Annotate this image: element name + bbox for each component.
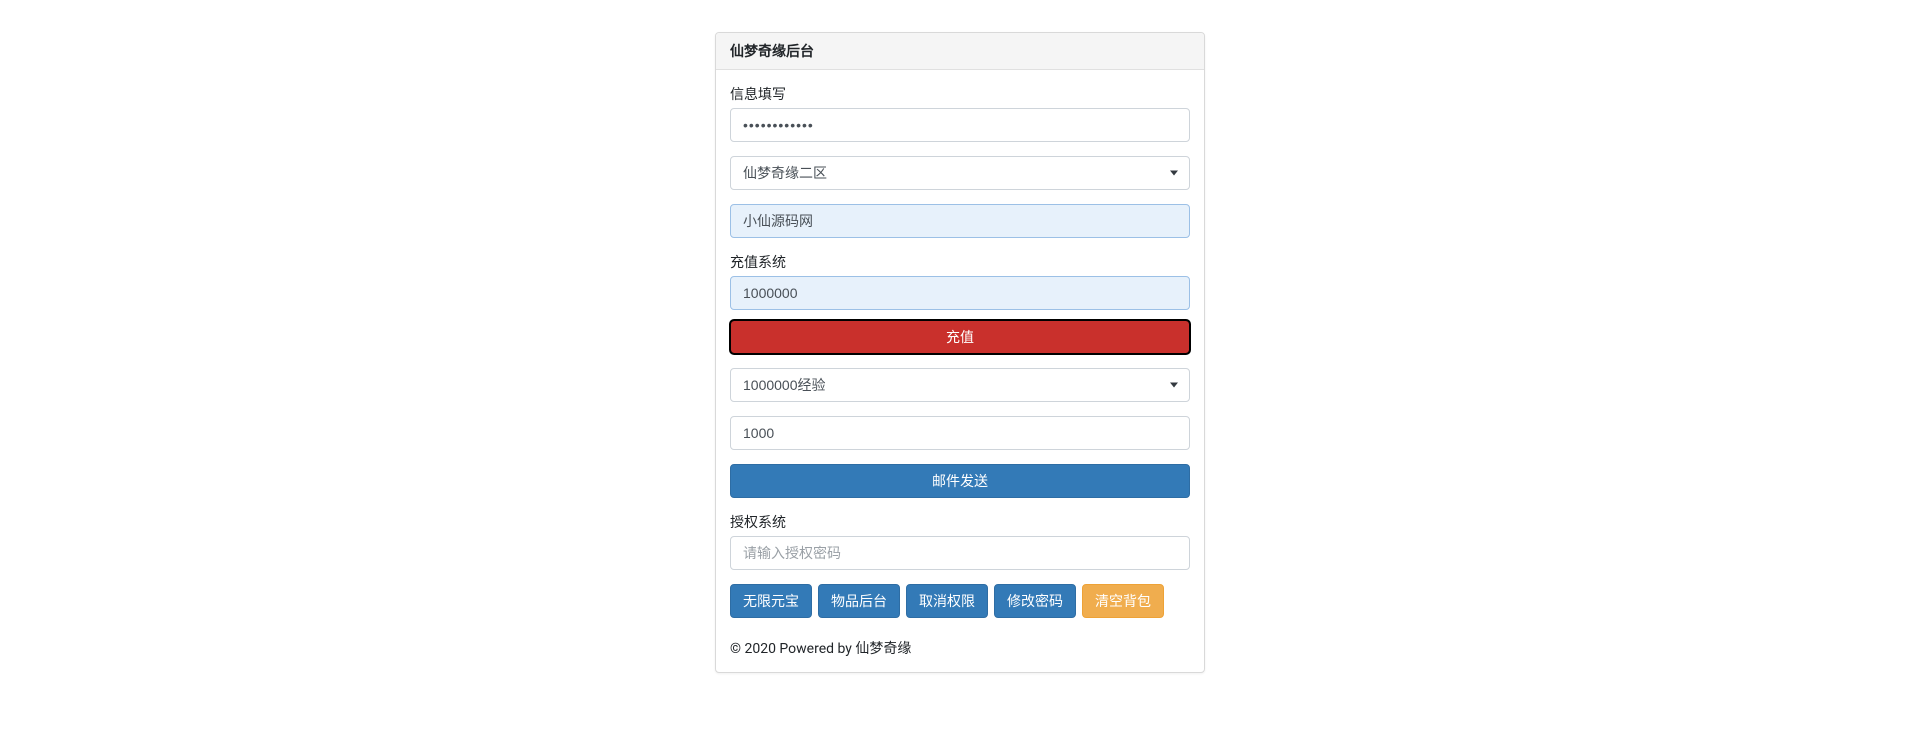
panel-title: 仙梦奇缘后台: [730, 44, 814, 60]
mail-item-group: 1000000经验: [730, 368, 1190, 402]
admin-password-input[interactable]: [730, 108, 1190, 142]
panel-footer: © 2020 Powered by 仙梦奇缘: [716, 628, 1204, 672]
auth-password-input[interactable]: [730, 536, 1190, 570]
revoke-auth-button[interactable]: 取消权限: [906, 584, 988, 618]
recharge-amount-input[interactable]: [730, 276, 1190, 310]
recharge-section-label: 充值系统: [730, 252, 1190, 272]
admin-panel: 仙梦奇缘后台 信息填写 仙梦奇缘二区 充值系统 充值: [715, 32, 1205, 673]
auth-section: 授权系统: [730, 512, 1190, 570]
info-section: 信息填写: [730, 84, 1190, 142]
change-password-button[interactable]: 修改密码: [994, 584, 1076, 618]
mail-item-select[interactable]: 1000000经验: [730, 368, 1190, 402]
player-name-group: [730, 204, 1190, 238]
unlimited-yuanbao-button[interactable]: 无限元宝: [730, 584, 812, 618]
info-section-label: 信息填写: [730, 84, 1190, 104]
auth-section-label: 授权系统: [730, 512, 1190, 532]
mail-qty-group: [730, 416, 1190, 450]
mail-qty-input[interactable]: [730, 416, 1190, 450]
item-backend-button[interactable]: 物品后台: [818, 584, 900, 618]
server-select[interactable]: 仙梦奇缘二区: [730, 156, 1190, 190]
footer-text: © 2020 Powered by 仙梦奇缘: [730, 641, 911, 657]
action-buttons-row: 无限元宝 物品后台 取消权限 修改密码 清空背包: [730, 584, 1190, 618]
clear-bag-button[interactable]: 清空背包: [1082, 584, 1164, 618]
mail-send-button[interactable]: 邮件发送: [730, 464, 1190, 498]
panel-header: 仙梦奇缘后台: [716, 33, 1204, 70]
recharge-section: 充值系统: [730, 252, 1190, 310]
server-select-group: 仙梦奇缘二区: [730, 156, 1190, 190]
recharge-button[interactable]: 充值: [730, 320, 1190, 354]
mail-send-group: 邮件发送: [730, 464, 1190, 498]
panel-body: 信息填写 仙梦奇缘二区 充值系统 充值 1000000经验: [716, 70, 1204, 628]
player-name-input[interactable]: [730, 204, 1190, 238]
recharge-submit-group: 充值: [730, 320, 1190, 354]
